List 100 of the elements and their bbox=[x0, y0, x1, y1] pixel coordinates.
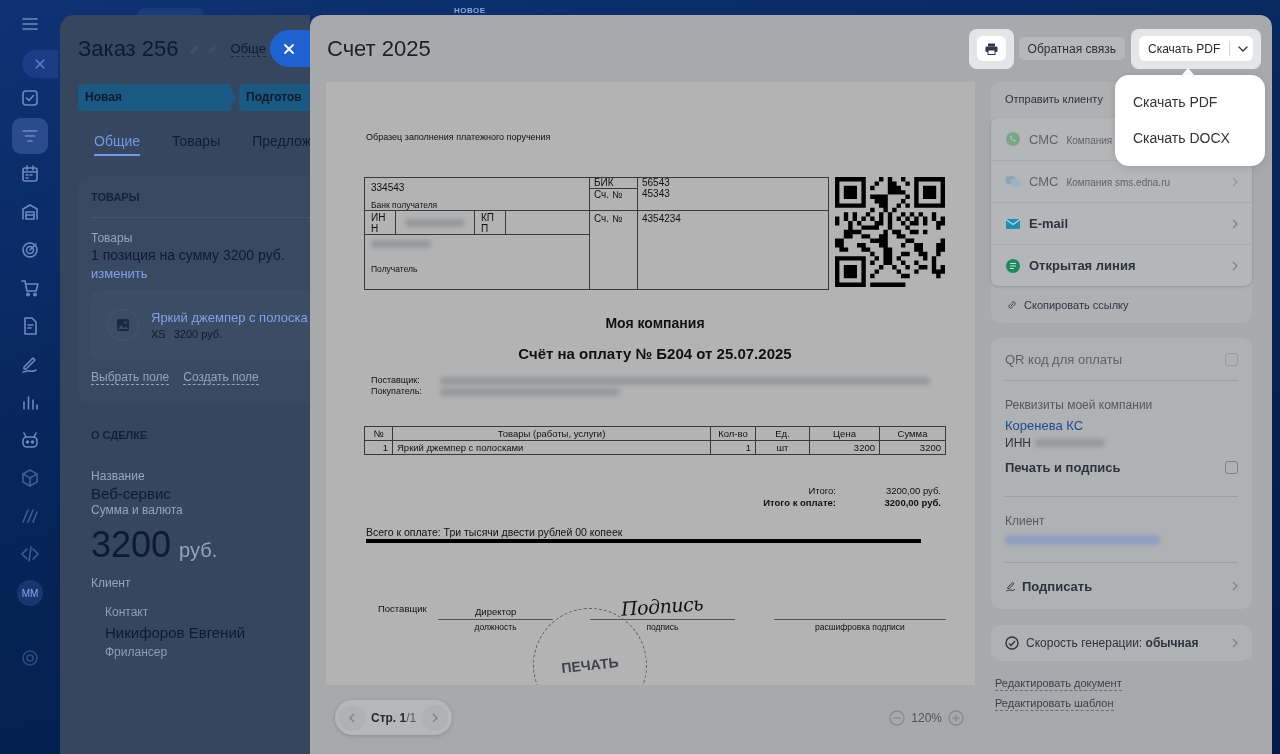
feedback-button[interactable]: Обратная связь bbox=[1018, 37, 1125, 60]
product-name[interactable]: Яркий джемпер с полоска bbox=[151, 310, 308, 325]
robot-icon bbox=[20, 430, 40, 450]
column-header: Цена bbox=[809, 426, 880, 441]
edit-link[interactable]: Редактировать шаблон bbox=[995, 697, 1114, 711]
option-label: QR код для оплаты bbox=[1005, 351, 1122, 367]
company-link[interactable]: Коренева КС bbox=[1005, 417, 1238, 435]
field-label: Сумма и валюта bbox=[91, 503, 183, 518]
table-cell-text: Сч. № bbox=[593, 189, 624, 201]
channel-option[interactable]: E-mail bbox=[1029, 216, 1068, 231]
sidebar-item[interactable] bbox=[12, 118, 48, 154]
total-value: 3200,00 руб. bbox=[884, 485, 941, 497]
pen-icon bbox=[1005, 580, 1017, 592]
download-button[interactable]: Скачать PDF bbox=[1139, 36, 1253, 61]
document-caption: Образец заполнения платежного поручения bbox=[365, 131, 552, 143]
next-page-button[interactable] bbox=[422, 704, 449, 731]
settings-icon[interactable] bbox=[20, 648, 40, 668]
chevron-right-icon bbox=[1232, 581, 1238, 591]
table-cell: 3200 bbox=[809, 440, 880, 455]
field-label: Название bbox=[91, 469, 145, 484]
edit-link[interactable]: Редактировать документ bbox=[995, 677, 1122, 691]
close-button[interactable] bbox=[270, 30, 310, 67]
badge-label: НОВОЕ bbox=[454, 6, 486, 15]
close-icon bbox=[283, 42, 295, 55]
total-value: 3200,00 руб. bbox=[883, 497, 941, 509]
target-icon bbox=[20, 240, 40, 260]
channel-option[interactable]: Открытая линия bbox=[1029, 258, 1136, 273]
table-cell: Яркий джемпер с полосками bbox=[392, 440, 711, 455]
checkbox-icon bbox=[20, 88, 40, 108]
field-caption: подпись bbox=[646, 622, 679, 632]
option-label: Печать и подпись bbox=[1005, 460, 1121, 475]
modal-title: Счет 2025 bbox=[326, 35, 431, 62]
column-header: № bbox=[364, 426, 393, 441]
chevron-right-icon bbox=[432, 712, 439, 723]
sign-row[interactable]: Подписать bbox=[1005, 563, 1238, 609]
zoom-out-icon[interactable] bbox=[889, 709, 906, 726]
change-link[interactable]: изменить bbox=[91, 265, 148, 282]
table-cell: 1 bbox=[364, 440, 393, 455]
table-cell-text: 45343 bbox=[642, 188, 671, 200]
avatar[interactable]: MM bbox=[17, 580, 43, 606]
link-icon bbox=[1006, 298, 1018, 311]
table-cell: шт bbox=[755, 440, 810, 455]
printer-icon bbox=[984, 42, 998, 55]
gauge-icon bbox=[1005, 636, 1019, 650]
chevron-right-icon bbox=[1232, 260, 1238, 271]
signature: Подпись bbox=[620, 592, 705, 620]
party-label: Покупатель: bbox=[371, 386, 423, 397]
calendar-icon bbox=[20, 164, 40, 184]
garage-icon bbox=[20, 202, 40, 222]
table-cell: Сч. № bbox=[589, 210, 638, 290]
field-caption: должность bbox=[474, 622, 517, 632]
code-icon bbox=[20, 544, 40, 564]
table-cell: 4354234 bbox=[637, 210, 829, 290]
print-button[interactable] bbox=[976, 36, 1006, 61]
pen-icon bbox=[20, 354, 40, 374]
generation-speed-row[interactable]: Скорость генерации: обычная bbox=[991, 625, 1252, 661]
field-caption: расшифровка подписи bbox=[815, 622, 905, 632]
invoice-heading: Счёт на оплату № Б204 от 25.07.2025 bbox=[517, 345, 793, 362]
chevron-right-icon bbox=[1232, 176, 1238, 187]
amount-in-words: Всего к оплате: Три тысячи двести рублей 00 копеек bbox=[365, 526, 624, 538]
message-circle-icon bbox=[1005, 131, 1021, 147]
chat-bubbles-icon bbox=[1005, 173, 1021, 190]
zoom-in-icon[interactable] bbox=[948, 709, 964, 726]
stripes-icon bbox=[20, 506, 40, 526]
table-cell: КПП bbox=[475, 211, 506, 234]
menu-item[interactable]: Скачать DOCX bbox=[1133, 130, 1265, 147]
stage-step[interactable]: Подготов bbox=[239, 84, 310, 111]
cart-icon bbox=[20, 278, 40, 298]
field-label: Реквизиты моей компании bbox=[1005, 398, 1154, 413]
chat-lines-icon bbox=[1005, 257, 1021, 274]
table-cell-text: 56543 bbox=[642, 178, 671, 188]
panel-heading: Отправить клиенту bbox=[1005, 92, 1103, 106]
blurred-text bbox=[371, 240, 431, 248]
total-label: Итого к оплате: bbox=[763, 497, 836, 509]
position-text: Директор bbox=[474, 606, 517, 617]
stage-step[interactable]: Новая bbox=[78, 84, 236, 111]
tab[interactable]: Общие bbox=[94, 133, 141, 156]
contact-role: Фрилансер bbox=[105, 645, 168, 660]
field-label: Контакт bbox=[105, 605, 149, 620]
company-name: Моя компания bbox=[604, 315, 706, 331]
field-label: ИНН bbox=[1005, 435, 1031, 451]
previous-page-button[interactable] bbox=[339, 704, 365, 731]
party-label: Поставщик: bbox=[371, 375, 421, 386]
menu-item[interactable]: Скачать PDF bbox=[1133, 94, 1265, 111]
copy-link[interactable]: Скопировать ссылку bbox=[1024, 298, 1129, 311]
table-cell-text: Банк получателя bbox=[371, 200, 439, 210]
field-link[interactable]: Выбрать поле bbox=[91, 370, 170, 385]
table-cell-text: 334543 bbox=[371, 182, 406, 193]
column-header: Кол-во bbox=[710, 426, 756, 441]
field-link[interactable]: Создать поле bbox=[183, 370, 259, 385]
column-header: Ед. bbox=[755, 426, 810, 441]
zoom-level: 120% bbox=[911, 710, 942, 725]
field-label: Клиент bbox=[91, 576, 131, 591]
checkbox[interactable] bbox=[1225, 461, 1238, 474]
chevron-left-icon bbox=[349, 712, 355, 723]
blurred-text bbox=[405, 218, 465, 227]
field-label: Клиент bbox=[1005, 514, 1046, 529]
signer-label: Поставщик bbox=[378, 602, 428, 614]
caret-icon bbox=[1238, 45, 1249, 52]
chevron-right-icon bbox=[1232, 218, 1238, 229]
